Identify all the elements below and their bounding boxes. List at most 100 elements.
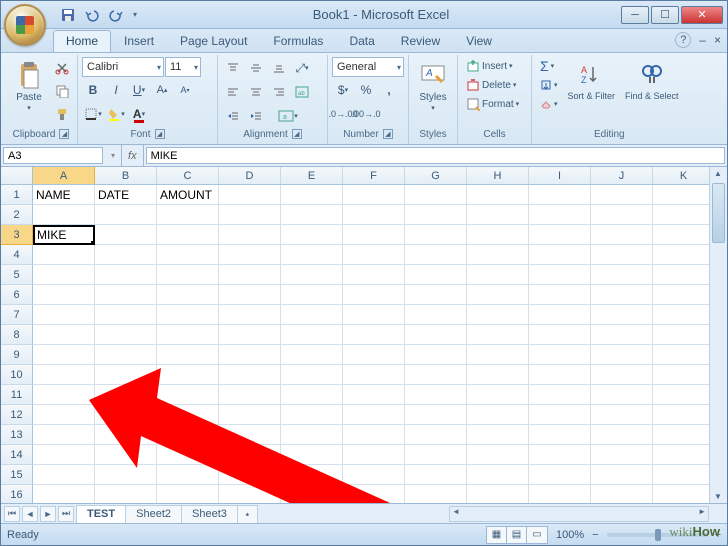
cell-F16[interactable] (343, 485, 405, 503)
cell-F2[interactable] (343, 205, 405, 225)
cell-A16[interactable] (33, 485, 95, 503)
cell-J6[interactable] (591, 285, 653, 305)
save-button[interactable] (57, 4, 79, 26)
cell-F3[interactable] (343, 225, 405, 245)
row-header-1[interactable]: 1 (1, 185, 33, 205)
cell-C4[interactable] (157, 245, 219, 265)
cell-J9[interactable] (591, 345, 653, 365)
cell-E15[interactable] (281, 465, 343, 485)
cell-C1[interactable]: AMOUNT (157, 185, 219, 205)
cell-D11[interactable] (219, 385, 281, 405)
row-header-10[interactable]: 10 (1, 365, 33, 385)
cell-D14[interactable] (219, 445, 281, 465)
undo-button[interactable] (81, 4, 103, 26)
cell-H6[interactable] (467, 285, 529, 305)
cell-E9[interactable] (281, 345, 343, 365)
tab-insert[interactable]: Insert (111, 30, 167, 52)
cell-G1[interactable] (405, 185, 467, 205)
cell-B2[interactable] (95, 205, 157, 225)
cell-B5[interactable] (95, 265, 157, 285)
cell-C14[interactable] (157, 445, 219, 465)
sheet-tab-Sheet2[interactable]: Sheet2 (125, 505, 182, 523)
font-name-combo[interactable]: Calibri (82, 57, 164, 77)
cell-G11[interactable] (405, 385, 467, 405)
cell-J12[interactable] (591, 405, 653, 425)
cell-G4[interactable] (405, 245, 467, 265)
cell-C13[interactable] (157, 425, 219, 445)
cell-B11[interactable] (95, 385, 157, 405)
cell-D5[interactable] (219, 265, 281, 285)
cell-K4[interactable] (653, 245, 715, 265)
cell-K9[interactable] (653, 345, 715, 365)
cell-E11[interactable] (281, 385, 343, 405)
cell-E3[interactable] (281, 225, 343, 245)
minimize-button[interactable]: ─ (621, 6, 649, 24)
cell-B6[interactable] (95, 285, 157, 305)
row-header-14[interactable]: 14 (1, 445, 33, 465)
row-header-7[interactable]: 7 (1, 305, 33, 325)
cell-A10[interactable] (33, 365, 95, 385)
cell-D9[interactable] (219, 345, 281, 365)
cell-B1[interactable]: DATE (95, 185, 157, 205)
office-button[interactable] (4, 4, 46, 46)
cell-A8[interactable] (33, 325, 95, 345)
cell-J14[interactable] (591, 445, 653, 465)
clear-button[interactable]: ▾ (536, 95, 562, 113)
align-bottom[interactable] (268, 57, 290, 79)
cell-D15[interactable] (219, 465, 281, 485)
cell-F5[interactable] (343, 265, 405, 285)
tab-review[interactable]: Review (388, 30, 453, 52)
row-header-3[interactable]: 3 (1, 225, 33, 245)
cell-D4[interactable] (219, 245, 281, 265)
cell-H10[interactable] (467, 365, 529, 385)
name-box[interactable] (3, 147, 103, 164)
grow-font-button[interactable]: A▴ (151, 79, 173, 101)
cell-H9[interactable] (467, 345, 529, 365)
cell-I3[interactable] (529, 225, 591, 245)
cell-B8[interactable] (95, 325, 157, 345)
increase-indent[interactable] (245, 105, 267, 127)
cell-I8[interactable] (529, 325, 591, 345)
cell-J3[interactable] (591, 225, 653, 245)
cell-A1[interactable]: NAME (33, 185, 95, 205)
align-left[interactable] (222, 81, 244, 103)
cell-F7[interactable] (343, 305, 405, 325)
merge-center-button[interactable]: a▾ (268, 105, 308, 127)
italic-button[interactable]: I (105, 79, 127, 101)
column-header-I[interactable]: I (529, 167, 591, 184)
close-button[interactable]: ✕ (681, 6, 723, 24)
cell-K13[interactable] (653, 425, 715, 445)
cell-K7[interactable] (653, 305, 715, 325)
cell-A13[interactable] (33, 425, 95, 445)
cell-H3[interactable] (467, 225, 529, 245)
cell-F1[interactable] (343, 185, 405, 205)
row-header-15[interactable]: 15 (1, 465, 33, 485)
cell-I6[interactable] (529, 285, 591, 305)
cell-A12[interactable] (33, 405, 95, 425)
orientation-button[interactable]: ⤢▾ (291, 57, 313, 79)
cell-E4[interactable] (281, 245, 343, 265)
cell-G14[interactable] (405, 445, 467, 465)
cell-I10[interactable] (529, 365, 591, 385)
cell-I16[interactable] (529, 485, 591, 503)
cell-I7[interactable] (529, 305, 591, 325)
shrink-font-button[interactable]: A▾ (174, 79, 196, 101)
doc-close[interactable]: × (714, 33, 721, 47)
cell-I4[interactable] (529, 245, 591, 265)
cell-H11[interactable] (467, 385, 529, 405)
cell-E1[interactable] (281, 185, 343, 205)
cell-A4[interactable] (33, 245, 95, 265)
cell-F8[interactable] (343, 325, 405, 345)
cell-H8[interactable] (467, 325, 529, 345)
cell-J5[interactable] (591, 265, 653, 285)
cell-B14[interactable] (95, 445, 157, 465)
cell-C16[interactable] (157, 485, 219, 503)
cell-D1[interactable] (219, 185, 281, 205)
redo-button[interactable] (105, 4, 127, 26)
cell-J11[interactable] (591, 385, 653, 405)
cell-D7[interactable] (219, 305, 281, 325)
row-header-8[interactable]: 8 (1, 325, 33, 345)
paste-button[interactable]: Paste ▾ (9, 57, 49, 114)
cell-I14[interactable] (529, 445, 591, 465)
cell-D12[interactable] (219, 405, 281, 425)
